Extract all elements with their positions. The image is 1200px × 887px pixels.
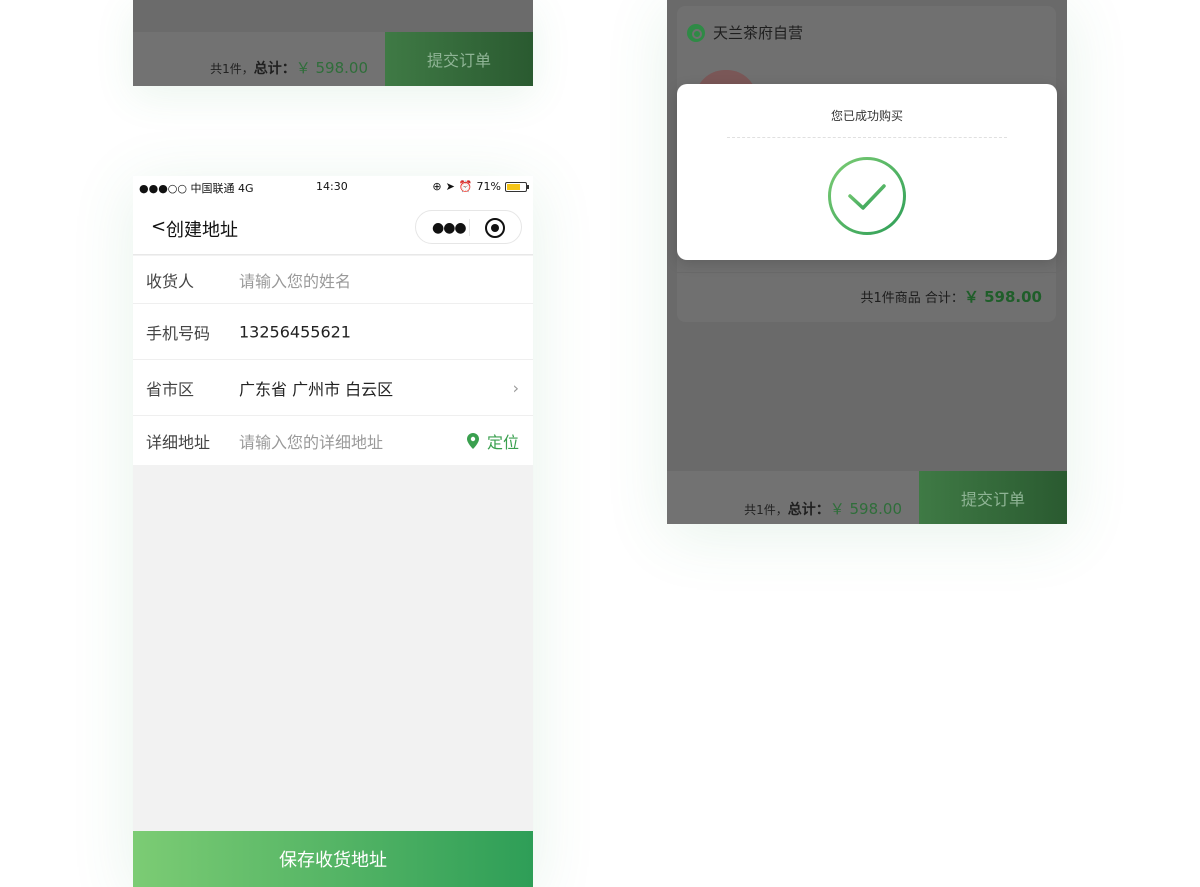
shop-logo-icon bbox=[687, 23, 705, 42]
order-bottom-bar: 共1件，总计：￥ 598.00 提交订单 bbox=[133, 32, 533, 86]
receiver-label: 收货人 bbox=[146, 271, 195, 291]
submit-order-button[interactable]: 提交订单 bbox=[385, 32, 533, 86]
region-label: 省市区 bbox=[146, 379, 195, 399]
alarm-icon: ⏰ bbox=[458, 180, 473, 193]
back-button[interactable]: < bbox=[151, 216, 166, 237]
mini-program-capsule: ●●● bbox=[415, 210, 522, 244]
phone-input[interactable]: 13256455621 bbox=[239, 322, 351, 341]
capsule-divider bbox=[469, 219, 470, 236]
rotation-lock-icon: ⊕ bbox=[432, 180, 442, 193]
battery-icon bbox=[505, 181, 529, 192]
success-modal: 您已成功购买 bbox=[677, 84, 1057, 260]
address-label: 详细地址 bbox=[146, 432, 211, 452]
shop-total-label: 共1件商品 合计： bbox=[860, 291, 964, 306]
phone-row: 手机号码 13256455621 bbox=[133, 304, 533, 360]
status-right: ⊕ ➤ ⏰ 71% bbox=[432, 180, 529, 193]
page-title: 创建地址 bbox=[166, 220, 238, 241]
order-summary: 共1件，总计：￥ 598.00 bbox=[210, 57, 368, 78]
order-summary-2: 共1件，总计：￥ 598.00 bbox=[744, 498, 902, 519]
shop-total-amount: ￥ 598.00 bbox=[963, 288, 1042, 306]
order-count: 共1件， bbox=[210, 62, 254, 76]
order-total-label: 总计： bbox=[253, 61, 296, 77]
status-time: 14:30 bbox=[316, 180, 348, 193]
order-total-price-2: ￥ 598.00 bbox=[829, 500, 902, 518]
order-success-screen: 天兰茶府自营 共1件商品 合计：￥ 598.00 共1件，总计：￥ 598.00… bbox=[667, 0, 1067, 524]
region-select[interactable]: 广东省 广州市 白云区 bbox=[239, 376, 393, 400]
order-total-label-2: 总计： bbox=[787, 502, 830, 518]
shop-total: 共1件商品 合计：￥ 598.00 bbox=[860, 286, 1042, 307]
status-bar: ●●●○○ 中国联通 4G 14:30 ⊕ ➤ ⏰ 71% bbox=[133, 176, 533, 198]
order-bottom-bar-2: 共1件，总计：￥ 598.00 提交订单 bbox=[667, 471, 1067, 524]
modal-divider bbox=[727, 137, 1007, 138]
location-pin-icon bbox=[466, 432, 479, 449]
submit-order-button-2[interactable]: 提交订单 bbox=[919, 471, 1067, 524]
success-check-icon bbox=[828, 157, 906, 235]
address-form: 收货人 请输入您的姓名 手机号码 13256455621 省市区 广东省 广州市… bbox=[133, 256, 533, 465]
nav-bar: < 创建地址 ●●● bbox=[133, 198, 533, 255]
order-screen-fragment: 共1件，总计：￥ 598.00 提交订单 bbox=[133, 0, 533, 86]
card-divider bbox=[677, 272, 1056, 273]
shop-header: 天兰茶府自营 bbox=[687, 22, 803, 43]
address-row: 详细地址 请输入您的详细地址 定位 bbox=[133, 416, 533, 465]
close-target-icon[interactable] bbox=[485, 218, 505, 238]
save-address-button[interactable]: 保存收货地址 bbox=[133, 831, 533, 887]
order-total-price: ￥ 598.00 bbox=[295, 59, 368, 77]
create-address-screen: ●●●○○ 中国联通 4G 14:30 ⊕ ➤ ⏰ 71% < 创建地址 ●●●… bbox=[133, 176, 533, 887]
locate-label: 定位 bbox=[486, 432, 519, 452]
address-input[interactable]: 请输入您的详细地址 bbox=[239, 429, 383, 453]
receiver-row: 收货人 请输入您的姓名 bbox=[133, 256, 533, 304]
order-count-2: 共1件， bbox=[744, 503, 788, 517]
modal-title: 您已成功购买 bbox=[830, 109, 903, 123]
more-dots-icon[interactable]: ●●● bbox=[432, 220, 467, 236]
region-row[interactable]: 省市区 广东省 广州市 白云区 › bbox=[133, 360, 533, 416]
phone-label: 手机号码 bbox=[146, 323, 211, 343]
locate-button[interactable]: 定位 bbox=[466, 429, 519, 453]
carrier-signal: ●●●○○ 中国联通 4G bbox=[139, 182, 254, 195]
location-arrow-icon: ➤ bbox=[445, 180, 455, 193]
shop-name: 天兰茶府自营 bbox=[713, 24, 804, 42]
receiver-input[interactable]: 请输入您的姓名 bbox=[239, 268, 351, 292]
chevron-right-icon: › bbox=[512, 378, 519, 397]
battery-percent: 71% bbox=[476, 180, 501, 193]
